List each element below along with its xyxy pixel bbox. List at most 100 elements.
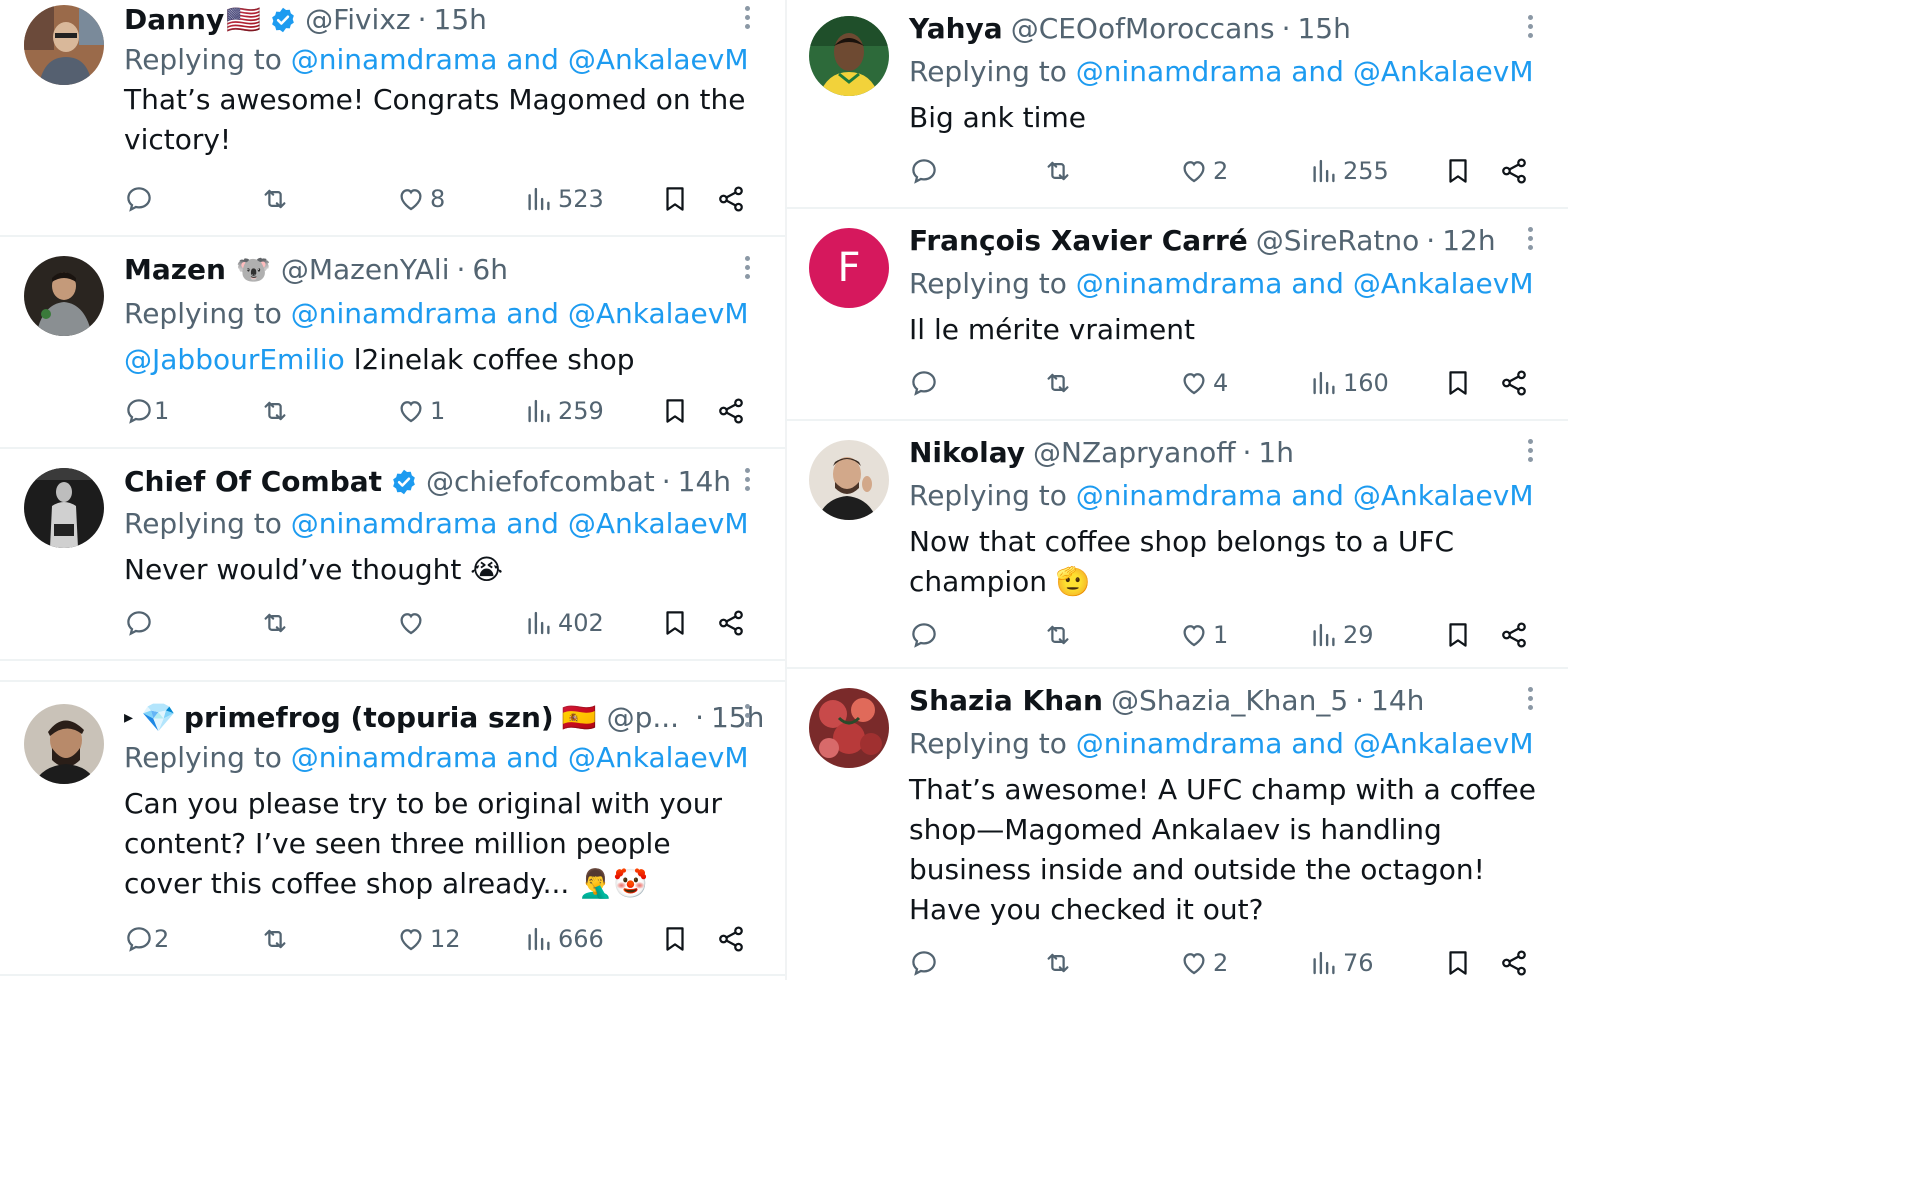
share-button[interactable] [716,921,746,957]
reply-tweet[interactable]: Yahya @CEOofMoroccans · 15h Replying to … [785,0,1568,208]
like-button[interactable]: 8 [396,181,445,217]
more-icon[interactable] [739,704,755,734]
handle[interactable]: @Shazia_Khan_5 [1111,681,1348,721]
handle[interactable]: @Fivixz [305,0,410,40]
reply-tweet[interactable]: Shazia Khan @Shazia_Khan_5 · 14h Replyin… [785,680,1568,980]
views-button[interactable]: 402 [524,605,604,641]
like-button[interactable] [396,605,430,641]
views-button[interactable]: 259 [524,393,604,429]
handle[interactable]: @p... [607,698,679,738]
bookmark-button[interactable] [1443,365,1473,401]
reply-button[interactable] [909,153,943,189]
reply-tweet[interactable]: Danny 🇺🇸 @Fivixz · 15h Replying to @nina… [0,0,785,236]
timestamp[interactable]: 14h [1371,681,1424,721]
views-button[interactable]: 666 [524,921,604,957]
timestamp[interactable]: 1h [1258,433,1294,473]
handle[interactable]: @chiefofcombat [426,462,655,502]
more-icon[interactable] [1522,439,1538,469]
reply-tweet[interactable]: F François Xavier Carré @SireRatno · 12h… [785,220,1568,420]
repost-button[interactable] [260,921,290,957]
bookmark-button[interactable] [660,181,690,217]
repost-button[interactable] [1043,945,1073,981]
like-button[interactable]: 2 [1179,945,1228,981]
bookmark-button[interactable] [660,921,690,957]
bookmark-button[interactable] [660,605,690,641]
replying-mentions[interactable]: @ninamdrama and @AnkalaevM [291,741,749,774]
display-name[interactable]: primefrog (topuria szn) [184,698,554,738]
display-name[interactable]: Nikolay [909,433,1025,473]
avatar[interactable] [24,5,104,85]
handle[interactable]: @NZapryanoff [1033,433,1235,473]
share-button[interactable] [1499,153,1529,189]
like-button[interactable]: 1 [1179,617,1228,653]
reply-button[interactable]: 2 [124,921,169,957]
display-name[interactable]: Mazen [124,250,226,290]
views-button[interactable]: 76 [1309,945,1374,981]
more-icon[interactable] [1522,227,1538,257]
display-name[interactable]: Danny [124,0,224,40]
repost-button[interactable] [1043,617,1073,653]
handle[interactable]: @CEOofMoroccans [1011,9,1275,49]
replying-mentions[interactable]: @ninamdrama and @AnkalaevM [1076,479,1534,512]
timestamp[interactable]: 15h [434,0,487,40]
timestamp[interactable]: 15h [1297,9,1350,49]
repost-button[interactable] [1043,365,1073,401]
views-button[interactable]: 255 [1309,153,1389,189]
display-name[interactable]: Shazia Khan [909,681,1103,721]
more-icon[interactable] [739,256,755,286]
like-button[interactable]: 2 [1179,153,1228,189]
avatar[interactable]: F [809,228,889,308]
more-icon[interactable] [1522,687,1538,717]
display-name[interactable]: Chief Of Combat [124,462,382,502]
share-button[interactable] [1499,365,1529,401]
timestamp[interactable]: 6h [472,250,508,290]
bookmark-button[interactable] [1443,617,1473,653]
reply-tweet[interactable]: ▸ 💎 primefrog (topuria szn) 🇪🇸 @p... · 1… [0,698,785,980]
timestamp[interactable]: 15h [711,698,764,738]
bookmark-button[interactable] [1443,153,1473,189]
more-icon[interactable] [739,6,755,36]
avatar[interactable] [809,688,889,768]
share-button[interactable] [1499,945,1529,981]
bookmark-button[interactable] [1443,945,1473,981]
avatar[interactable] [809,440,889,520]
reply-tweet[interactable]: Mazen 🐨 @MazenYAli · 6h Replying to @nin… [0,248,785,448]
like-button[interactable]: 1 [396,393,445,429]
replying-mentions[interactable]: @ninamdrama and @AnkalaevM [291,43,749,76]
share-button[interactable] [1499,617,1529,653]
replying-mentions[interactable]: @ninamdrama and @AnkalaevM [1076,267,1534,300]
timestamp[interactable]: 14h [678,462,731,502]
reply-tweet[interactable]: Chief Of Combat @chiefofcombat · 14h Rep… [0,460,785,660]
timestamp[interactable]: 12h [1442,221,1495,261]
views-button[interactable]: 29 [1309,617,1374,653]
views-button[interactable]: 523 [524,181,604,217]
share-button[interactable] [716,393,746,429]
reply-button[interactable]: 1 [124,393,169,429]
avatar[interactable] [24,704,104,784]
replying-mentions[interactable]: @ninamdrama and @AnkalaevM [1076,727,1534,760]
replying-mentions[interactable]: @ninamdrama and @AnkalaevM [291,507,749,540]
repost-button[interactable] [260,605,290,641]
handle[interactable]: @SireRatno [1256,221,1420,261]
avatar[interactable] [809,16,889,96]
repost-button[interactable] [260,393,290,429]
reply-button[interactable] [124,605,158,641]
reply-button[interactable] [909,617,943,653]
avatar[interactable] [24,256,104,336]
reply-button[interactable] [909,365,943,401]
replying-mentions[interactable]: @ninamdrama and @AnkalaevM [291,297,749,330]
repost-button[interactable] [260,181,290,217]
reply-tweet[interactable]: Nikolay @NZapryanoff · 1h Replying to @n… [785,432,1568,668]
like-button[interactable]: 12 [396,921,461,957]
replying-mentions[interactable]: @ninamdrama and @AnkalaevM [1076,55,1534,88]
avatar[interactable] [24,468,104,548]
views-button[interactable]: 160 [1309,365,1389,401]
more-icon[interactable] [1522,15,1538,45]
reply-button[interactable] [124,181,158,217]
handle[interactable]: @MazenYAli [281,250,450,290]
bookmark-button[interactable] [660,393,690,429]
like-button[interactable]: 4 [1179,365,1228,401]
body-mention[interactable]: @JabbourEmilio [124,343,345,376]
repost-button[interactable] [1043,153,1073,189]
more-icon[interactable] [739,468,755,498]
